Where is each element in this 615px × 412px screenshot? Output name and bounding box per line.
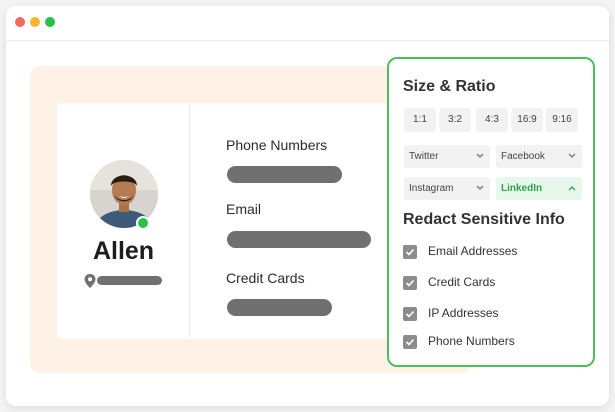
ratio-3-2-button[interactable]: 3:2	[439, 108, 471, 132]
redacted-location	[97, 276, 162, 285]
redact-sensitive-info-title: Redact Sensitive Info	[403, 211, 565, 228]
instagram-select[interactable]: Instagram	[404, 177, 490, 200]
close-window-button[interactable]	[15, 17, 25, 27]
ratio-1-1-button[interactable]: 1:1	[404, 108, 436, 132]
linkedin-select[interactable]: LinkedIn	[496, 177, 582, 200]
credit-cards-label: Credit Cards	[226, 270, 305, 286]
email-addresses-checkbox[interactable]	[403, 245, 417, 259]
card-divider	[189, 103, 190, 339]
phone-numbers-label: Phone Numbers	[428, 334, 515, 348]
facebook-select-label: Facebook	[501, 151, 545, 162]
credit-cards-label: Credit Cards	[428, 275, 496, 289]
chevron-down-icon	[568, 153, 576, 158]
ip-addresses-checkbox[interactable]	[403, 307, 417, 321]
twitter-select[interactable]: Twitter	[404, 145, 490, 168]
redacted-phone-bar	[227, 166, 342, 183]
app-window: Allen Phone Numbers Email Credit Cards S…	[6, 6, 609, 406]
window-titlebar	[6, 6, 609, 41]
online-status-dot	[136, 216, 150, 230]
email-label: Email	[226, 201, 262, 217]
phone-numbers-label: Phone Numbers	[226, 137, 328, 153]
ratio-9-16-button[interactable]: 9:16	[546, 108, 578, 132]
chevron-down-icon	[476, 185, 484, 190]
redacted-email-bar	[227, 231, 371, 248]
maximize-window-button[interactable]	[45, 17, 55, 27]
phone-numbers-checkbox[interactable]	[403, 335, 417, 349]
size-ratio-title: Size & Ratio	[403, 78, 496, 95]
checkmark-icon	[405, 248, 415, 256]
checkmark-icon	[405, 279, 415, 287]
facebook-select[interactable]: Facebook	[496, 145, 582, 168]
settings-panel: Size & Ratio 1:1 3:2 4:3 16:9 9:16 Twitt…	[387, 57, 595, 367]
redacted-credit-card-bar	[227, 299, 332, 316]
ip-addresses-label: IP Addresses	[428, 306, 499, 320]
checkmark-icon	[405, 310, 415, 318]
linkedin-select-label: LinkedIn	[501, 183, 543, 194]
instagram-select-label: Instagram	[409, 183, 454, 194]
chevron-up-icon	[568, 186, 576, 191]
chevron-down-icon	[476, 153, 484, 158]
email-addresses-label: Email Addresses	[428, 244, 518, 258]
minimize-window-button[interactable]	[30, 17, 40, 27]
location-pin-icon	[84, 274, 96, 288]
ratio-4-3-button[interactable]: 4:3	[476, 108, 508, 132]
twitter-select-label: Twitter	[409, 151, 439, 162]
credit-cards-checkbox[interactable]	[403, 276, 417, 290]
profile-card: Allen Phone Numbers Email Credit Cards	[57, 103, 391, 339]
checkmark-icon	[405, 338, 415, 346]
ratio-16-9-button[interactable]: 16:9	[511, 108, 543, 132]
profile-name: Allen	[92, 237, 155, 265]
